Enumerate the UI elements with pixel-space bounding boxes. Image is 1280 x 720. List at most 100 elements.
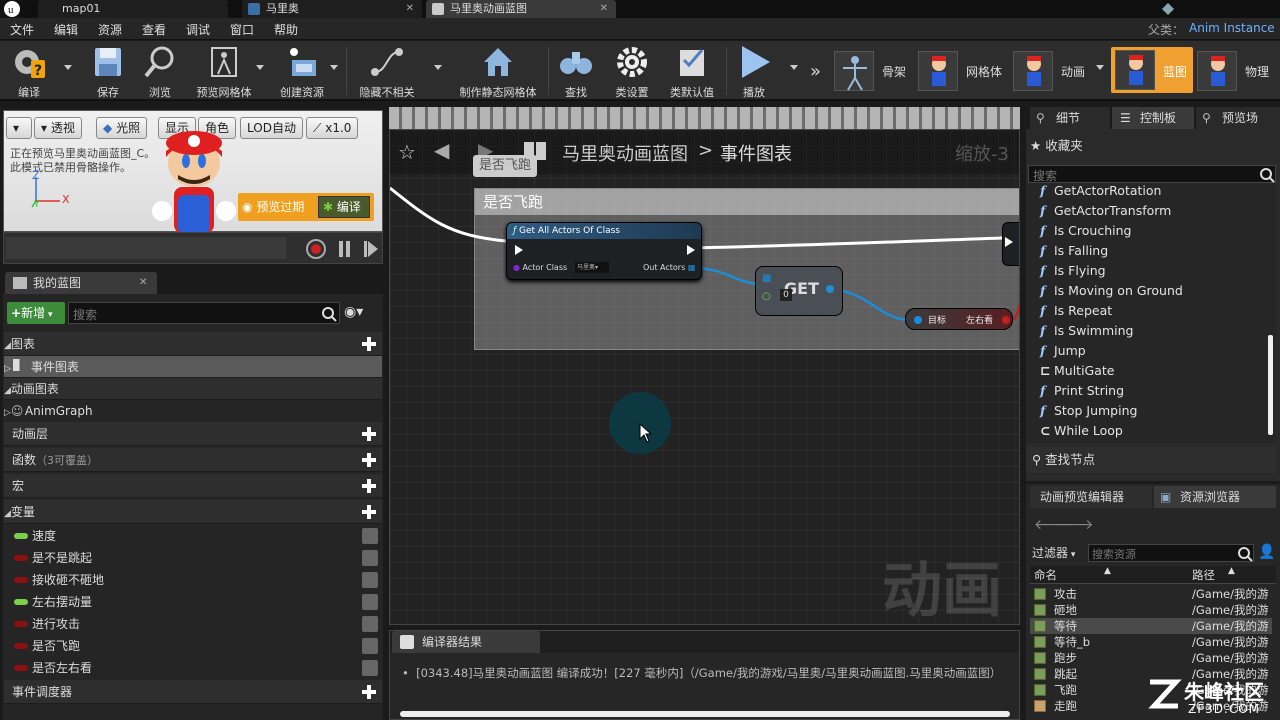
palette-item[interactable]: f Is Repeat [1040, 301, 1112, 321]
array-pin-icon[interactable]: ▦ [762, 273, 771, 284]
hide-unrelated-chevron-down-icon[interactable] [434, 65, 442, 70]
menu-file[interactable]: 文件 [10, 21, 34, 38]
event-graph-canvas[interactable]: ☆ ◀ ▶ 马里奥动画蓝图 > 事件图表 缩放-3 是否飞跑 是否飞跑 ƒ Ge… [389, 129, 1020, 625]
make-static-mesh-button[interactable]: 制作静态网格体 [454, 44, 542, 100]
mode-mesh-button[interactable]: 网格体 [918, 47, 1008, 93]
variable-item[interactable]: 是不是跳起 [4, 547, 382, 569]
palette-item[interactable]: ⊏ MultiGate [1040, 361, 1115, 381]
browse-button[interactable]: 浏览 [140, 44, 180, 100]
tab-mario[interactable]: 马里奥 ✕ [242, 0, 422, 18]
find-nodes-bar[interactable]: ⚲ 查找节点 [1026, 447, 1276, 473]
step-forward-button[interactable] [364, 241, 378, 257]
variable-item[interactable]: 接收砸不砸地 [4, 569, 382, 591]
my-blueprint-tab[interactable]: 我的蓝图 ✕ [5, 272, 157, 294]
variable-item[interactable]: 是否飞跑 [4, 635, 382, 657]
visibility-eye-icon[interactable] [362, 572, 378, 588]
menu-view[interactable]: 查看 [142, 21, 166, 38]
asset-row[interactable]: 跑步/Game/我的游 [1030, 650, 1272, 666]
palette-item[interactable]: f Jump [1040, 341, 1086, 361]
source-control-icon[interactable] [1160, 1, 1176, 17]
output-pin[interactable] [826, 285, 834, 293]
playback-speed-button[interactable]: ⟋ x1.0 [306, 117, 359, 139]
preview-scene-tab[interactable]: ⚲ 预览场 [1196, 107, 1280, 129]
forward-arrow-icon[interactable]: 🡒 [1056, 516, 1094, 533]
compile-button[interactable]: ? 编译 [6, 44, 52, 100]
viewport-options-button[interactable]: ▾ [6, 117, 32, 139]
view-options-eye-icon[interactable]: ◉▾ [344, 304, 378, 322]
variable-item[interactable]: 左右摆动量 [4, 591, 382, 613]
asset-row[interactable]: 等待_b/Game/我的游 [1030, 634, 1272, 650]
save-button[interactable]: 保存 [88, 44, 128, 100]
favorites-header[interactable]: ★ 收藏夹 [1030, 135, 1083, 154]
column-path-header[interactable]: 路径 [1192, 566, 1215, 584]
exec-in-pin[interactable] [515, 245, 523, 255]
palette-item[interactable]: f Stop Jumping [1040, 401, 1137, 421]
actor-class-pin[interactable]: ● Actor Class [513, 263, 567, 272]
out-actors-pin[interactable]: Out Actors ▦ [643, 263, 695, 272]
preview-mesh-chevron-down-icon[interactable] [256, 65, 264, 70]
variable-item[interactable]: 速度 [4, 525, 382, 547]
log-scrollbar[interactable] [400, 711, 1010, 717]
mode-animation-button[interactable]: 动画 [1013, 47, 1109, 93]
event-graph-item[interactable]: ▷ 事件图表 [4, 356, 382, 378]
section-macros[interactable]: 宏 [4, 474, 382, 498]
preview-mesh-button[interactable]: 预览网格体 [192, 44, 256, 100]
section-graphs[interactable]: ◢图表 [4, 332, 382, 356]
viewport-compile-button[interactable]: ✱ 编译 [318, 196, 370, 218]
asset-row-selected[interactable]: 等待/Game/我的游 [1030, 618, 1272, 634]
palette-item[interactable]: f Print String [1040, 381, 1124, 401]
pause-button[interactable] [338, 241, 352, 257]
add-function-plus-icon[interactable] [362, 453, 376, 467]
details-tab[interactable]: ⚲ 细节 [1030, 107, 1110, 129]
node-get-array[interactable]: ▦ GET ○ 0 [755, 266, 843, 316]
mode-blueprint-button[interactable]: 蓝图 [1111, 47, 1193, 93]
timeline-scrubber[interactable] [6, 237, 286, 259]
add-new-button[interactable]: +新增 ▾ [7, 302, 65, 324]
visibility-eye-icon[interactable] [362, 660, 378, 676]
double-chevron-right-icon[interactable]: » [810, 61, 821, 82]
section-event-dispatchers[interactable]: 事件调度器 [4, 680, 382, 704]
record-button[interactable] [306, 239, 326, 259]
variable-item[interactable]: 是否左右看 [4, 657, 382, 679]
menu-asset[interactable]: 资源 [98, 21, 122, 38]
palette-item[interactable]: f Is Flying [1040, 261, 1106, 281]
class-defaults-button[interactable]: 类默认值 [664, 44, 720, 100]
palette-item[interactable]: f Is Swimming [1040, 321, 1134, 341]
menu-window[interactable]: 窗口 [230, 21, 254, 38]
asset-row[interactable]: 砸地/Game/我的游 [1030, 602, 1272, 618]
compile-options-chevron-down-icon[interactable] [64, 65, 72, 70]
visibility-eye-icon[interactable] [362, 616, 378, 632]
target-pin[interactable] [914, 316, 922, 324]
compiler-results-tab[interactable]: 编译器结果 [392, 631, 540, 653]
mode-skeleton-button[interactable]: 骨架 [834, 47, 912, 93]
find-button[interactable]: 查找 [556, 44, 596, 100]
visibility-eye-icon[interactable] [362, 594, 378, 610]
user-icon[interactable]: 👤 [1258, 544, 1275, 560]
palette-item[interactable]: ⊂ While Loop [1040, 421, 1123, 441]
palette-tab[interactable]: ☰ 控制板 [1112, 107, 1194, 129]
blueprint-search-input[interactable]: 搜索 [68, 302, 340, 324]
palette-item[interactable]: f Is Crouching [1040, 221, 1131, 241]
close-icon[interactable]: ✕ [139, 272, 147, 294]
content-browser-tab[interactable]: ▣ 资源浏览器 [1154, 486, 1276, 508]
int-pin-icon[interactable]: ○ [762, 291, 771, 302]
close-icon[interactable]: ✕ [406, 0, 414, 18]
play-button[interactable]: 播放 [734, 44, 774, 100]
actor-class-select[interactable]: 马里奥▾ [575, 262, 609, 273]
add-graph-plus-icon[interactable] [362, 337, 376, 351]
add-layer-plus-icon[interactable] [362, 427, 376, 441]
section-anim-layers[interactable]: 动画层 [4, 422, 382, 446]
section-functions[interactable]: 函数（3可覆盖） [4, 448, 382, 472]
palette-scrollbar[interactable] [1268, 335, 1273, 435]
section-variables[interactable]: ◢变量 [4, 500, 382, 524]
filters-button[interactable]: 过滤器 ▾ [1032, 544, 1075, 561]
palette-item[interactable]: f GetActorTransform [1040, 201, 1171, 221]
preview-expired[interactable]: ◉ 预览过期 [242, 197, 304, 217]
asset-search-input[interactable]: 搜索资源 [1088, 544, 1254, 562]
palette-item[interactable]: f Is Falling [1040, 241, 1108, 261]
close-icon[interactable]: ✕ [600, 0, 608, 18]
exec-in-pin[interactable] [1005, 237, 1013, 247]
hide-unrelated-button[interactable]: 隐藏不相关 [354, 44, 420, 100]
palette-item[interactable]: f Is Moving on Ground [1040, 281, 1183, 301]
animation-chevron-down-icon[interactable] [1096, 65, 1104, 70]
